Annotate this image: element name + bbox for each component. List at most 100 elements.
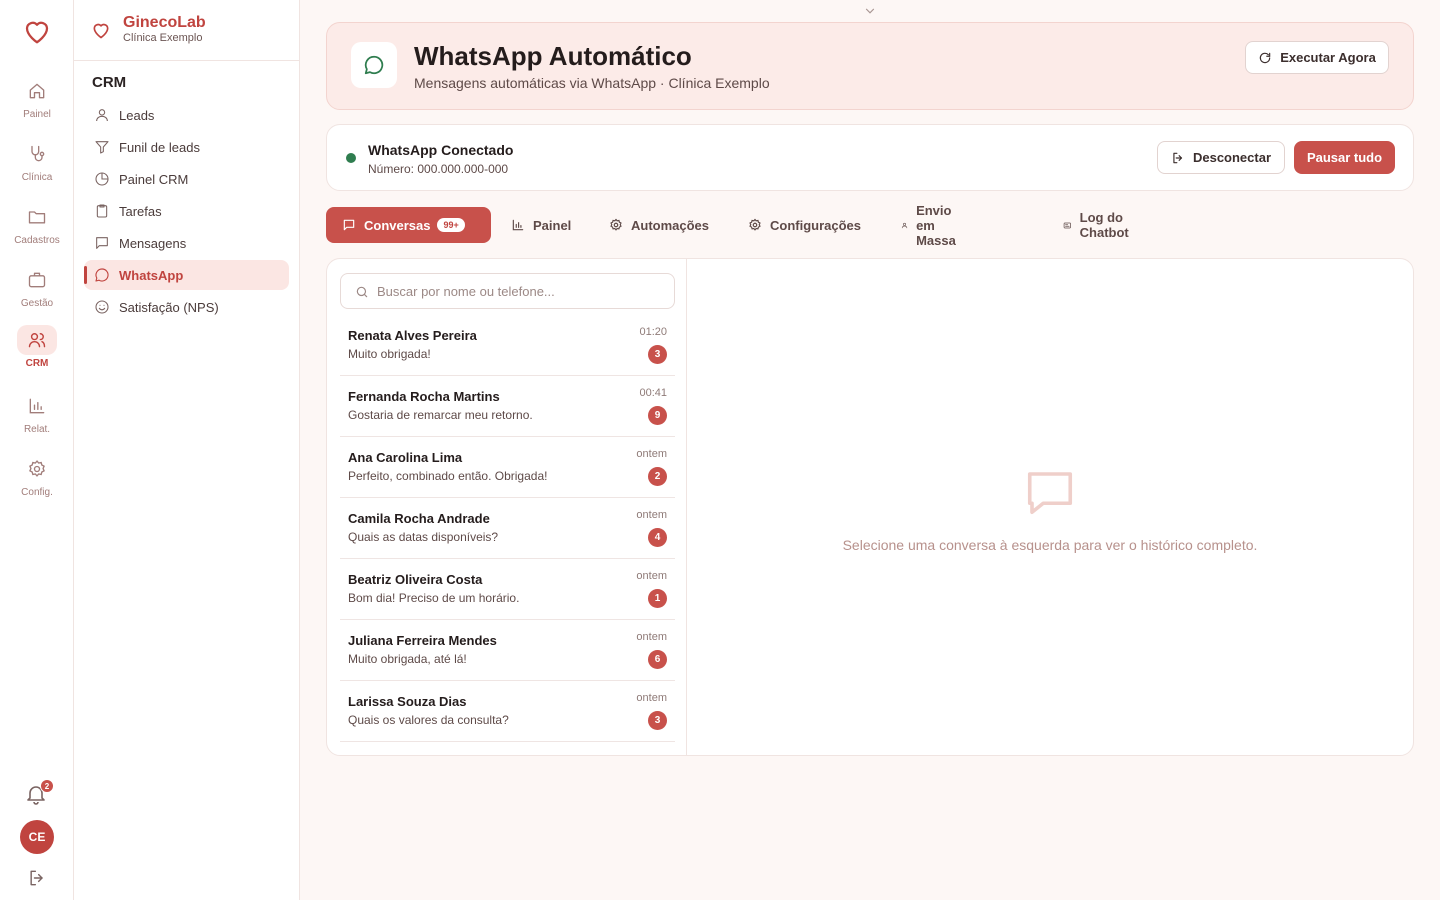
- message-time: ontem: [636, 692, 667, 704]
- conversation-item[interactable]: Fernanda Rocha Martins Gostaria de remar…: [340, 376, 675, 437]
- sidebar-item-nps[interactable]: Satisfação (NPS): [84, 292, 289, 322]
- conversation-item[interactable]: Larissa Souza Dias Quais os valores da c…: [340, 681, 675, 742]
- contact-name: Juliana Ferreira Mendes: [348, 633, 497, 648]
- conversation-item[interactable]: Beatriz Oliveira Costa Bom dia! Preciso …: [340, 559, 675, 620]
- sidebar-item-label: Tarefas: [119, 203, 162, 219]
- sidebar-item-label: Mensagens: [119, 235, 187, 251]
- sidebar-item-label: Satisfação (NPS): [119, 299, 219, 315]
- rail-item-cadastros[interactable]: Cadastros: [0, 202, 74, 258]
- tab-automacoes[interactable]: Automações: [609, 207, 709, 243]
- notification-count-badge: 2: [40, 779, 54, 793]
- connection-status-title: WhatsApp Conectado: [368, 142, 514, 158]
- tab-label: Configurações: [770, 217, 862, 233]
- rail-label: Clínica: [21, 172, 53, 183]
- avatar[interactable]: CE: [20, 820, 54, 854]
- user-icon: [96, 109, 108, 122]
- tab-painel[interactable]: Painel: [511, 207, 571, 243]
- disconnect-label: Desconectar: [1192, 150, 1272, 165]
- rail-label: Painel: [23, 109, 51, 120]
- tab-envio-em-massa[interactable]: Envio em Massa: [901, 203, 964, 248]
- unread-badge: 1: [648, 589, 667, 608]
- unread-badge: 3: [648, 345, 667, 364]
- message-time: 00:41: [639, 387, 667, 399]
- rail-item-clinica[interactable]: Clínica: [0, 139, 74, 195]
- last-message: Quais os valores da consulta?: [348, 713, 509, 727]
- gear-icon: [749, 218, 761, 231]
- sidebar-item-label: Leads: [119, 107, 155, 123]
- unread-badge: 9: [648, 406, 667, 425]
- page-subtitle: Mensagens automáticas via WhatsApp · Clí…: [414, 75, 770, 91]
- message-time: ontem: [636, 448, 667, 460]
- disconnect-button[interactable]: Desconectar: [1157, 141, 1285, 174]
- conversation-item[interactable]: Juliana Ferreira Mendes Muito obrigada, …: [340, 620, 675, 681]
- tab-conversas[interactable]: Conversas 99+: [326, 207, 491, 243]
- conversation-item[interactable]: Camila Rocha Andrade Quais as datas disp…: [340, 498, 675, 559]
- empty-state-message: Selecione uma conversa à esquerda para v…: [842, 537, 1258, 553]
- sidebar-item-leads[interactable]: Leads: [84, 100, 289, 130]
- pause-all-button[interactable]: Pausar tudo: [1294, 141, 1395, 174]
- sidebar-item-painel-crm[interactable]: Painel CRM: [84, 164, 289, 194]
- heart-logo-icon: [91, 20, 111, 40]
- contact-name: Renata Alves Pereira: [348, 328, 477, 343]
- last-message: Muito obrigada!: [348, 347, 431, 361]
- sidebar-section-title: CRM: [92, 74, 127, 91]
- sidebar-item-whatsapp[interactable]: WhatsApp: [84, 260, 289, 290]
- rail-label: Relat.: [23, 424, 51, 435]
- chat-icon: [343, 219, 355, 231]
- unread-badge: 2: [648, 467, 667, 486]
- heart-logo-icon[interactable]: [22, 16, 52, 46]
- search-box: [340, 273, 675, 309]
- message-time: ontem: [636, 509, 667, 521]
- crm-sidebar: GinecoLab Clínica Exemplo CRM Leads Funi…: [74, 0, 300, 900]
- conversations-panel: Renata Alves Pereira Muito obrigada! 01:…: [326, 258, 1414, 756]
- rail-item-crm[interactable]: CRM: [0, 325, 74, 381]
- tab-label: Conversas: [364, 217, 431, 233]
- notifications-button[interactable]: 2: [24, 779, 54, 808]
- clipboard-icon: [96, 204, 108, 218]
- connection-status-card: WhatsApp Conectado Número: 000.000.000-0…: [326, 124, 1414, 191]
- rail-label: Gestão: [20, 298, 54, 309]
- contact-name: Beatriz Oliveira Costa: [348, 572, 483, 587]
- run-now-button[interactable]: Executar Agora: [1245, 41, 1389, 74]
- bar-chart-icon: [17, 391, 57, 421]
- conversation-list: Renata Alves Pereira Muito obrigada! 01:…: [327, 259, 687, 755]
- run-now-label: Executar Agora: [1280, 50, 1376, 65]
- conversation-item[interactable]: Renata Alves Pereira Muito obrigada! 01:…: [340, 315, 675, 376]
- bar-chart-icon: [512, 219, 524, 231]
- tab-configuracoes[interactable]: Configurações: [748, 207, 861, 243]
- rail-item-gestao[interactable]: Gestão: [0, 265, 74, 321]
- rail-label: CRM: [25, 358, 49, 369]
- logout-icon[interactable]: [27, 868, 47, 888]
- pie-chart-icon: [95, 172, 109, 186]
- brand-name: GinecoLab: [123, 14, 206, 31]
- search-input[interactable]: [377, 274, 667, 308]
- message-time: ontem: [636, 570, 667, 582]
- gear-icon: [17, 454, 57, 484]
- folder-icon: [17, 202, 57, 232]
- rail-item-config[interactable]: Config.: [0, 454, 74, 510]
- rail-item-painel[interactable]: Painel: [0, 76, 74, 132]
- sidebar-item-funil[interactable]: Funil de leads: [84, 132, 289, 162]
- chevron-down-icon[interactable]: [862, 4, 878, 18]
- contact-name: Fernanda Rocha Martins: [348, 389, 500, 404]
- tab-log-chatbot[interactable]: Log do Chatbot: [1063, 207, 1135, 243]
- message-time: ontem: [636, 631, 667, 643]
- last-message: Muito obrigada, até lá!: [348, 652, 467, 666]
- whatsapp-icon: [95, 268, 109, 282]
- chat-bubble-icon: [1023, 465, 1077, 519]
- rail-item-relatorios[interactable]: Relat.: [0, 391, 74, 447]
- rail-label: Config.: [21, 487, 53, 498]
- sidebar-item-tarefas[interactable]: Tarefas: [84, 196, 289, 226]
- briefcase-icon: [17, 265, 57, 295]
- message-icon: [96, 237, 108, 249]
- sidebar-item-mensagens[interactable]: Mensagens: [84, 228, 289, 258]
- tab-label: Painel: [533, 217, 572, 233]
- unread-count-badge: 99+: [437, 218, 465, 232]
- icon-rail: Painel Clínica Cadastros Gestão CRM Rela…: [0, 0, 74, 900]
- status-indicator-dot: [346, 153, 356, 163]
- unread-badge: 6: [648, 650, 667, 669]
- home-icon: [17, 76, 57, 106]
- conversation-item[interactable]: Ana Carolina Lima Perfeito, combinado en…: [340, 437, 675, 498]
- sidebar-item-label: WhatsApp: [119, 267, 184, 283]
- message-time: 01:20: [639, 326, 667, 338]
